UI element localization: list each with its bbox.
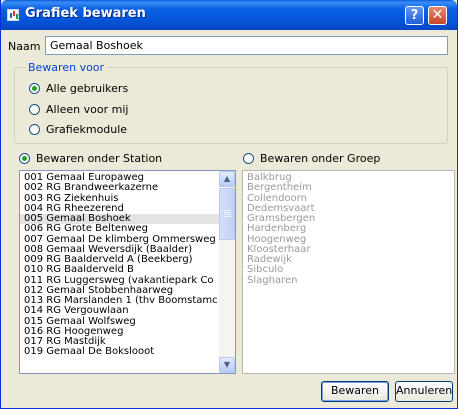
list-item[interactable]: 006 RG Grote Beltenweg (20, 223, 235, 234)
radio-label: Bewaren onder Station (36, 152, 163, 165)
groep-list-items: Balkbrug Bergentheim Collendoorn Dedemsv… (243, 171, 454, 286)
window-title: Grafiek bewaren (25, 6, 146, 21)
naam-input[interactable]: Gemaal Boshoek (45, 36, 448, 55)
dialog-window: Grafiek bewaren ? ✕ Naam Gemaal Boshoek … (0, 0, 458, 409)
list-item[interactable]: 019 Gemaal De Bokslooot (20, 346, 235, 357)
radio-grafiekmodule[interactable]: Grafiekmodule (29, 123, 127, 136)
help-button[interactable]: ? (405, 6, 424, 25)
scroll-down-arrow-icon[interactable]: ▼ (219, 357, 235, 373)
radio-bewaren-onder-station[interactable]: Bewaren onder Station (19, 152, 162, 165)
list-item[interactable]: 002 RG Brandweerkazerne (20, 182, 235, 193)
list-item: Slagharen (247, 274, 298, 286)
radio-button-icon[interactable] (29, 83, 40, 94)
radio-label: Alle gebruikers (46, 82, 129, 95)
radio-button-icon[interactable] (29, 104, 40, 115)
radio-label: Bewaren onder Groep (260, 152, 381, 165)
radio-button-icon[interactable] (243, 153, 254, 164)
station-list-scrollbar[interactable]: ▲ ▼ (219, 171, 235, 373)
radio-bewaren-onder-groep[interactable]: Bewaren onder Groep (243, 152, 380, 165)
radio-label: Alleen voor mij (46, 103, 129, 116)
bewaren-voor-title: Bewaren voor (25, 61, 108, 74)
save-button[interactable]: Bewaren (321, 381, 389, 402)
list-item[interactable]: 010 RG Baalderveld B (20, 264, 235, 275)
naam-label: Naam (8, 40, 41, 53)
title-bar[interactable]: Grafiek bewaren ? ✕ (1, 0, 457, 30)
radio-button-icon[interactable] (29, 124, 40, 135)
grip-icon (224, 210, 231, 211)
radio-label: Grafiekmodule (46, 123, 128, 136)
scrollbar-thumb[interactable] (219, 188, 235, 240)
list-item[interactable]: 014 RG Vergouwlaan (20, 305, 235, 316)
scroll-up-arrow-icon[interactable]: ▲ (219, 171, 235, 187)
close-button[interactable]: ✕ (428, 6, 447, 25)
chart-app-icon (7, 9, 19, 21)
radio-alle-gebruikers[interactable]: Alle gebruikers (29, 82, 128, 95)
radio-alleen-voor-mij[interactable]: Alleen voor mij (29, 103, 128, 116)
list-item: Sibculo (247, 264, 284, 276)
list-item: Hardenberg (247, 223, 307, 235)
cancel-button[interactable]: Annuleren (395, 381, 453, 402)
station-list[interactable]: 001 Gemaal Europaweg 002 RG Brandweerkaz… (19, 170, 236, 374)
radio-button-icon[interactable] (19, 153, 30, 164)
station-list-items: 001 Gemaal Europaweg 002 RG Brandweerkaz… (20, 171, 235, 358)
list-item: Bergentheim (247, 182, 312, 194)
groep-list: Balkbrug Bergentheim Collendoorn Dedemsv… (242, 170, 455, 374)
